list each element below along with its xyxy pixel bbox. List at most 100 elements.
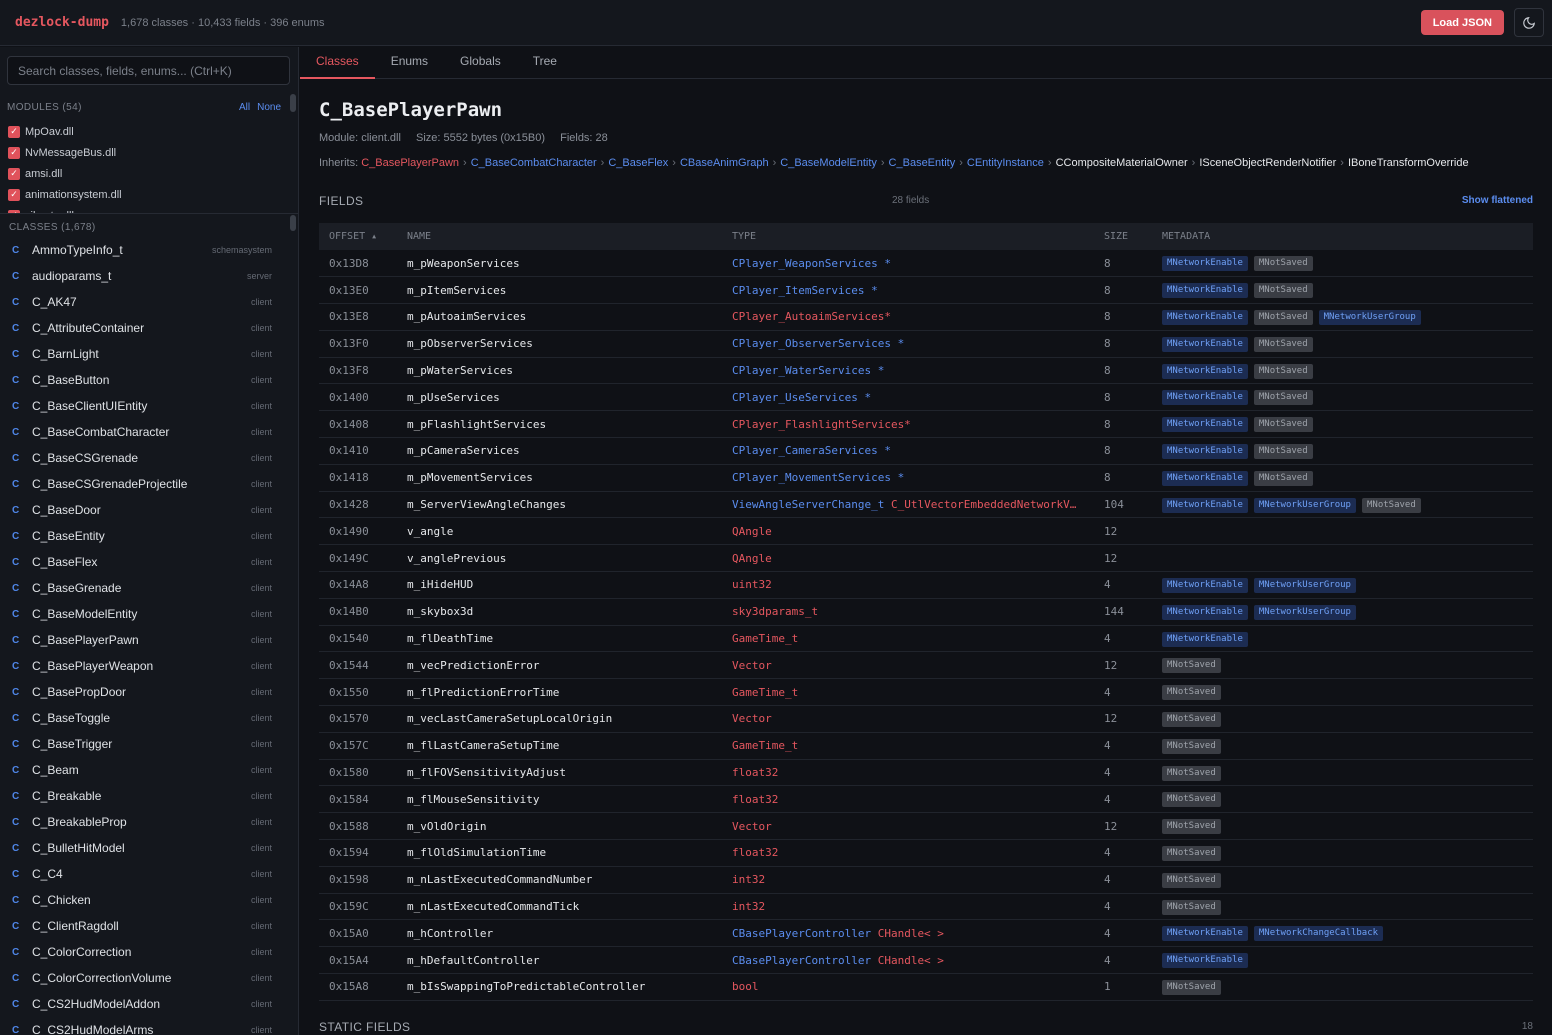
table-row[interactable]: 0x157C m_flLastCameraSetupTime GameTime_t 4… (319, 732, 1533, 760)
type-link[interactable]: sky3dparams_t (732, 605, 818, 618)
inherited-class-link[interactable]: IBoneTransformOverride (1348, 157, 1469, 169)
tab-classes[interactable]: Classes (300, 47, 375, 79)
inherited-class-link[interactable]: CBaseAnimGraph (680, 157, 769, 169)
search-input[interactable] (7, 56, 290, 85)
table-row[interactable]: 0x1544 m_vecPredictionError Vector 12 MNotSa… (319, 651, 1533, 680)
table-row[interactable]: 0x159C m_nLastExecutedCommandTick int32 4 MN… (319, 893, 1533, 921)
table-row[interactable]: 0x13E0 m_pItemServices CPlayer_ItemService… (319, 276, 1533, 305)
class-list-item[interactable]: C C_Beam client (0, 757, 290, 783)
table-row[interactable]: 0x1418 m_pMovementServices CPlayer_Movemen… (319, 464, 1533, 492)
class-list-item[interactable]: C C_C4 client (0, 861, 290, 887)
table-row[interactable]: 0x1550 m_flPredictionErrorTime GameTime_t 4… (319, 678, 1533, 707)
class-list-item[interactable]: C C_BaseModelEntity client (0, 601, 290, 627)
inherited-class-link[interactable]: CEntityInstance (967, 157, 1044, 169)
class-list-item[interactable]: C C_BaseDoor client (0, 497, 290, 523)
class-list-item[interactable]: C AmmoTypeInfo_t schemasystem (0, 237, 290, 263)
table-row[interactable]: 0x1580 m_flFOVSensitivityAdjust float32 4 MN… (319, 759, 1533, 787)
tab-globals[interactable]: Globals (444, 47, 517, 79)
table-row[interactable]: 0x13E8 m_pAutoaimServices CPlayer_AutoaimS… (319, 303, 1533, 331)
type-link[interactable]: float32 (732, 766, 778, 779)
table-row[interactable]: 0x1490 v_angle QAngle 12 (319, 517, 1533, 546)
class-list-item[interactable]: C C_BaseToggle client (0, 705, 290, 731)
type-link[interactable]: uint32 (732, 578, 772, 591)
table-row[interactable]: 0x14A8 m_iHideHUD uint32 4 MNetworkEnable MNe… (319, 571, 1533, 599)
table-row[interactable]: 0x1400 m_pUseServices CPlayer_UseServices … (319, 383, 1533, 412)
type-link[interactable]: CBasePlayerController (732, 954, 878, 967)
type-link[interactable]: ViewAngleServerChange_t (732, 498, 891, 511)
type-link[interactable]: CPlayer_UseServices * (732, 391, 871, 404)
offset-column-header[interactable]: OFFSET ▴ (319, 223, 407, 250)
class-list-item[interactable]: C C_BaseClientUIEntity client (0, 393, 290, 419)
class-list-item[interactable]: C C_BasePlayerPawn client (0, 627, 290, 653)
type-link[interactable]: float32 (732, 793, 778, 806)
class-list-item[interactable]: C C_Chicken client (0, 887, 290, 913)
type-link[interactable]: QAngle (732, 525, 772, 538)
table-row[interactable]: 0x1584 m_flMouseSensitivity float32 4 MNotSa… (319, 785, 1533, 814)
type-link[interactable]: QAngle (732, 552, 772, 565)
checkbox-checked-icon[interactable]: ✓ (8, 188, 20, 201)
class-list-item[interactable]: C C_ColorCorrection client (0, 939, 290, 965)
class-list-item[interactable]: C C_CS2HudModelArms client (0, 1017, 290, 1035)
table-row[interactable]: 0x1598 m_nLastExecutedCommandNumber int32 4… (319, 866, 1533, 894)
tab-enums[interactable]: Enums (375, 47, 444, 79)
load-json-button[interactable]: Load JSON (1420, 10, 1504, 35)
class-list-item[interactable]: C C_AK47 client (0, 289, 290, 315)
class-list-item[interactable]: C C_BarnLight client (0, 341, 290, 367)
table-row[interactable]: 0x1408 m_pFlashlightServices CPlayer_Flash… (319, 410, 1533, 439)
module-item[interactable]: ✓cibcatg.dll (0, 205, 290, 213)
checkbox-checked-icon[interactable]: ✓ (8, 146, 20, 159)
type-link[interactable]: bool (732, 980, 759, 993)
select-none-modules-link[interactable]: None (257, 102, 281, 113)
inherited-class-link[interactable]: CCompositeMaterialOwner (1056, 157, 1188, 169)
inherited-class-link[interactable]: ISceneObjectRenderNotifier (1199, 157, 1336, 169)
table-row[interactable]: 0x13F0 m_pObserverServices CPlayer_Observe… (319, 330, 1533, 358)
theme-toggle-button[interactable] (1514, 8, 1544, 37)
type-link[interactable]: CPlayer_ItemServices * (732, 284, 878, 297)
class-list-item[interactable]: C C_BaseButton client (0, 367, 290, 393)
table-row[interactable]: 0x1410 m_pCameraServices CPlayer_CameraSer… (319, 437, 1533, 465)
type-link[interactable]: CPlayer_FlashlightServices* (732, 418, 911, 431)
type-link[interactable]: CPlayer_MovementServices * (732, 471, 904, 484)
type-link[interactable]: CHandle< > (878, 954, 944, 967)
class-list-item[interactable]: C C_ColorCorrectionVolume client (0, 965, 290, 991)
inherited-class-link[interactable]: C_BaseEntity (889, 157, 956, 169)
module-item[interactable]: ✓ amsi.dll (0, 163, 290, 184)
modules-scrollbar[interactable] (290, 94, 296, 112)
checkbox-checked-icon[interactable]: ✓ (8, 167, 20, 180)
class-list-item[interactable]: C C_BaseGrenade client (0, 575, 290, 601)
type-link[interactable]: CPlayer_CameraServices * (732, 444, 891, 457)
type-link[interactable]: GameTime_t (732, 632, 798, 645)
class-list-item[interactable]: C C_BaseCombatCharacter client (0, 419, 290, 445)
class-list-item[interactable]: C C_BaseCSGrenade client (0, 445, 290, 471)
type-link[interactable]: C_UtlVectorEmbeddedNetworkV… (891, 498, 1076, 511)
type-link[interactable]: int32 (732, 900, 765, 913)
class-list-item[interactable]: C C_BasePlayerWeapon client (0, 653, 290, 679)
module-item[interactable]: ✓ MpOav.dll (0, 121, 290, 142)
table-row[interactable]: 0x15A8 m_bIsSwappingToPredictableControll… (319, 973, 1533, 1001)
select-all-modules-link[interactable]: All (239, 102, 250, 113)
table-row[interactable]: 0x1594 m_flOldSimulationTime float32 4 MNotS… (319, 839, 1533, 867)
table-row[interactable]: 0x1570 m_vecLastCameraSetupLocalOrigin Vec… (319, 705, 1533, 733)
class-list-item[interactable]: Caudioparams_t server (0, 263, 290, 289)
size-column-header[interactable]: SIZE (1104, 223, 1162, 250)
type-link[interactable]: CPlayer_WaterServices * (732, 364, 884, 377)
table-row[interactable]: 0x13D8 m_pWeaponServices CPlayer_WeaponSer… (319, 250, 1533, 278)
table-row[interactable]: 0x1428 m_ServerViewAngleChanges ViewAngleS… (319, 491, 1533, 519)
module-item[interactable]: ✓ animationsystem.dll (0, 184, 290, 205)
inherited-class-link[interactable]: C_BaseCombatCharacter (471, 157, 597, 169)
table-row[interactable]: 0x1588 m_vOldOrigin Vector 12 MNotSaved (319, 812, 1533, 841)
table-row[interactable]: 0x15A0 m_hController CBasePlayerController… (319, 919, 1533, 948)
inherited-class-link[interactable]: C_BaseModelEntity (780, 157, 877, 169)
class-list-item[interactable]: C C_AttributeContainer client (0, 315, 290, 341)
class-list-item[interactable]: C C_BaseTrigger client (0, 731, 290, 757)
type-link[interactable]: GameTime_t (732, 739, 798, 752)
show-flattened-link[interactable]: Show flattened (1462, 195, 1533, 206)
class-list-item[interactable]: C C_BaseCSGrenadeProjectile client (0, 471, 290, 497)
type-link[interactable]: float32 (732, 846, 778, 859)
type-link[interactable]: Vector (732, 712, 772, 725)
table-row[interactable]: 0x13F8 m_pWaterServices CPlayer_WaterServi… (319, 357, 1533, 385)
table-row[interactable]: 0x1540 m_flDeathTime GameTime_t 4 MNetworkEn… (319, 625, 1533, 653)
name-column-header[interactable]: NAME (407, 223, 732, 250)
type-link[interactable]: CPlayer_WeaponServices * (732, 257, 891, 270)
checkbox-checked-icon[interactable]: ✓ (8, 125, 20, 138)
